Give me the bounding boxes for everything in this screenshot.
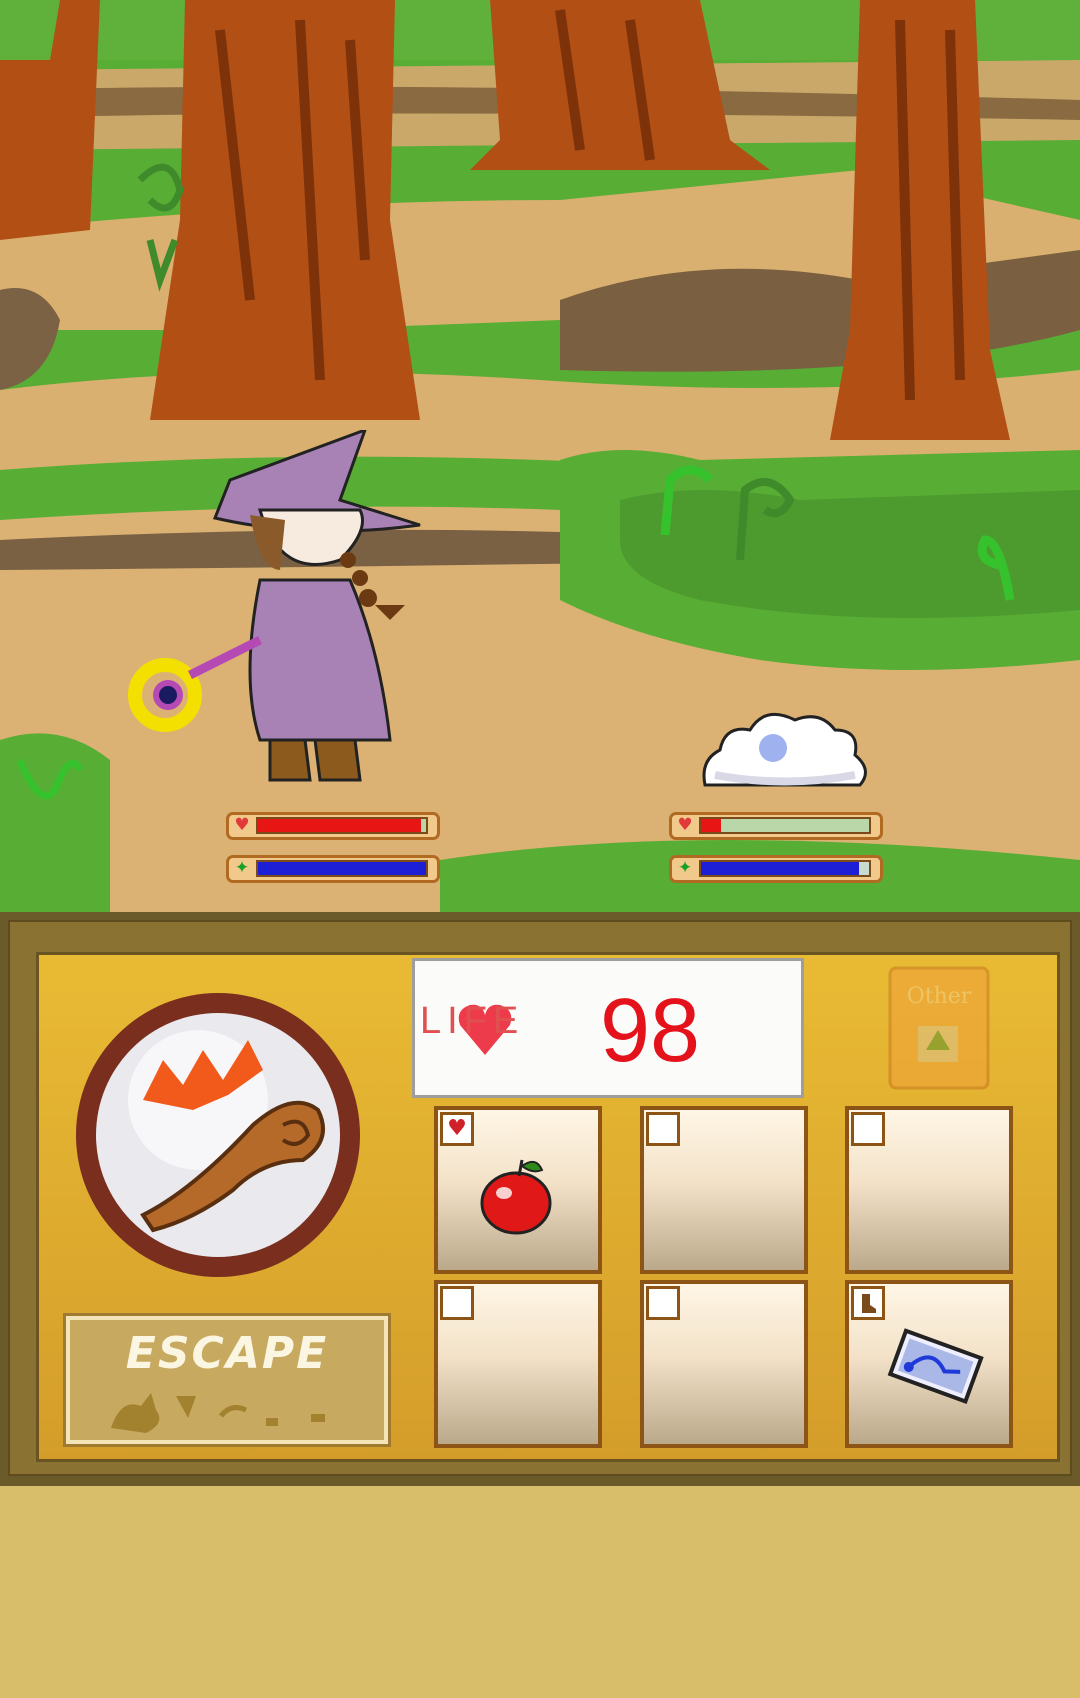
empty-tag [851, 1112, 885, 1146]
life-value: 98 [600, 981, 701, 1081]
apple-icon [480, 1159, 552, 1235]
enemy-hp-bar: ♥ [669, 812, 883, 840]
sparkle-icon: ✦ [677, 858, 693, 878]
heart-icon: ♥ [440, 1112, 474, 1146]
other-book-button[interactable]: Other [888, 966, 990, 1092]
boot-icon [851, 1286, 885, 1320]
inventory-slot[interactable]: ♥ [434, 1106, 602, 1274]
empty-tag [646, 1112, 680, 1146]
enemy-mp-bar: ✦ [669, 855, 883, 883]
player-hp-bar: ♥ [226, 812, 440, 840]
inventory-slot[interactable] [640, 1280, 808, 1448]
empty-tag [646, 1286, 680, 1320]
inventory-slot[interactable] [845, 1106, 1013, 1274]
white-fluff-enemy-icon [702, 712, 867, 787]
heart-icon: ♥ [677, 815, 693, 835]
escape-button[interactable]: ESCAPE [63, 1313, 391, 1447]
attack-button[interactable] [73, 990, 363, 1280]
escape-label: ESCAPE [125, 1328, 329, 1379]
inventory-slot[interactable] [845, 1280, 1013, 1448]
inventory-slot[interactable] [640, 1106, 808, 1274]
heart-icon: ♥ [234, 815, 250, 835]
magic-card-icon [887, 1328, 984, 1404]
battle-scene: ♥ ✦ ♥ ✦ [0, 0, 1080, 912]
sparkle-icon: ✦ [234, 858, 250, 878]
other-label: Other [906, 984, 972, 1009]
player-mp-bar: ✦ [226, 855, 440, 883]
empty-tag [440, 1286, 474, 1320]
witch-player-icon [128, 430, 421, 782]
escaping-witch-icon [111, 1393, 325, 1433]
life-label: LIFE [420, 1000, 525, 1042]
inventory-slot[interactable] [434, 1280, 602, 1448]
